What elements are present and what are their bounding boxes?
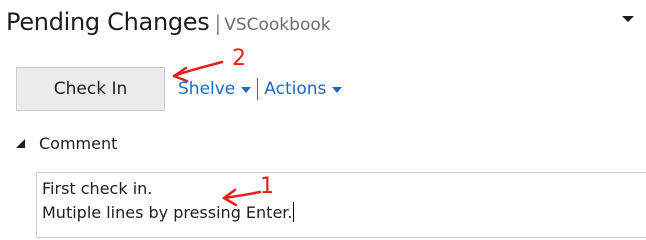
comment-section-toggle[interactable]: Comment — [16, 134, 117, 153]
comment-line: First check in. — [42, 179, 153, 198]
comment-textarea[interactable]: First check in. Mutiple lines by pressin… — [36, 172, 646, 238]
panel-dropdown-icon[interactable] — [622, 16, 634, 22]
check-in-button[interactable]: Check In — [16, 67, 165, 111]
pending-changes-panel: Pending Changes | VSCookbook Check In Sh… — [0, 0, 646, 240]
workspace-name: VSCookbook — [224, 15, 331, 35]
shelve-caret-icon — [241, 87, 252, 93]
annotation-number: 1 — [260, 174, 274, 199]
title-separator: | — [214, 11, 222, 35]
actions-label: Actions — [264, 79, 327, 99]
panel-title: Pending Changes — [6, 8, 210, 36]
actions-button[interactable]: Actions — [264, 79, 343, 99]
annotation-arrow-icon — [222, 188, 262, 207]
annotation-arrow-icon — [172, 60, 224, 83]
annotation-number: 2 — [232, 46, 246, 71]
panel-header: Pending Changes | VSCookbook — [6, 8, 331, 44]
actions-caret-icon — [332, 87, 343, 93]
text-cursor — [292, 202, 294, 222]
comment-section-label: Comment — [39, 134, 118, 153]
collapse-triangle-icon — [16, 139, 25, 148]
toolbar-divider — [257, 78, 259, 100]
comment-line: Mutiple lines by pressing Enter. — [42, 202, 294, 222]
